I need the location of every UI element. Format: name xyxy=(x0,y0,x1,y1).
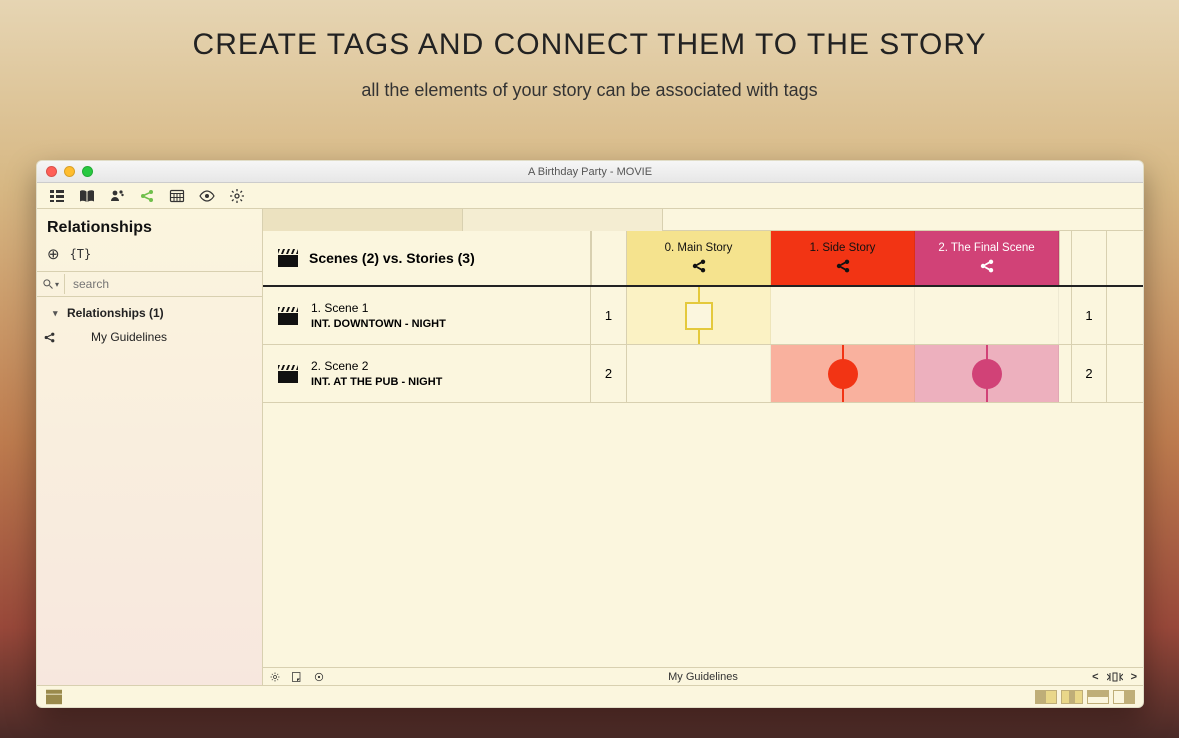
layout-switch xyxy=(1035,690,1135,704)
row-number: 1 xyxy=(591,287,627,344)
story-header[interactable]: 0. Main Story xyxy=(627,231,771,285)
story-label: 1. Side Story xyxy=(810,242,876,254)
prev-button[interactable]: < xyxy=(1092,671,1098,683)
calendar-icon[interactable] xyxy=(169,188,185,204)
scene-heading: INT. DOWNTOWN - NIGHT xyxy=(311,318,446,330)
people-icon[interactable] xyxy=(109,188,125,204)
template-token-button[interactable]: {T} xyxy=(70,247,92,261)
close-window-button[interactable] xyxy=(46,166,57,177)
sidebar: Relationships ⊕ {T} ▾ Relationships (1) xyxy=(37,209,263,685)
story-header[interactable]: 2. The Final Scene xyxy=(915,231,1059,285)
row-number: 2 xyxy=(591,345,627,402)
story-header[interactable]: 1. Side Story xyxy=(771,231,915,285)
target-icon[interactable] xyxy=(313,671,325,683)
grid-cell[interactable] xyxy=(771,345,915,402)
grid-cell[interactable] xyxy=(627,345,771,402)
scene-title: 2. Scene 2 xyxy=(311,359,442,373)
layout-left-button[interactable] xyxy=(1035,690,1057,704)
tree-item-label: My Guidelines xyxy=(91,330,167,344)
share-icon xyxy=(43,331,56,344)
tabstrip xyxy=(263,209,1143,231)
row-number-right: 2 xyxy=(1071,345,1107,402)
gear-icon[interactable] xyxy=(269,671,281,683)
search-scope-button[interactable]: ▾ xyxy=(37,274,65,294)
hero-subtitle: all the elements of your story can be as… xyxy=(0,80,1179,101)
tab[interactable] xyxy=(263,209,463,231)
scene-heading: INT. AT THE PUB - NIGHT xyxy=(311,376,442,388)
grid-cell[interactable] xyxy=(771,287,915,344)
layout-right-button[interactable] xyxy=(1113,690,1135,704)
book-icon[interactable] xyxy=(79,188,95,204)
titlebar: A Birthday Party - MOVIE xyxy=(37,161,1143,183)
scene-info[interactable]: 2. Scene 2 INT. AT THE PUB - NIGHT xyxy=(263,345,591,402)
grid-header-label: Scenes (2) vs. Stories (3) xyxy=(309,250,475,266)
eye-icon[interactable] xyxy=(199,188,215,204)
next-button[interactable]: > xyxy=(1131,671,1137,683)
clapper-icon xyxy=(277,306,299,326)
main-panel: Scenes (2) vs. Stories (3) 0. Main Story… xyxy=(263,209,1143,685)
toolbar xyxy=(37,183,1143,209)
grid-cell[interactable] xyxy=(627,287,771,344)
add-button[interactable]: ⊕ xyxy=(47,245,60,263)
share-icon[interactable] xyxy=(139,188,155,204)
tree-item-my-guidelines[interactable]: My Guidelines xyxy=(37,325,262,349)
clapper-icon xyxy=(45,689,63,705)
layout-top-button[interactable] xyxy=(1087,690,1109,704)
outline-icon[interactable] xyxy=(49,188,65,204)
window-title: A Birthday Party - MOVIE xyxy=(37,166,1143,178)
grid-header: Scenes (2) vs. Stories (3) 0. Main Story… xyxy=(263,231,1143,287)
relationship-grid: Scenes (2) vs. Stories (3) 0. Main Story… xyxy=(263,231,1143,685)
tree-group-relationships[interactable]: Relationships (1) xyxy=(37,301,262,325)
app-window: A Birthday Party - MOVIE Relationships ⊕ xyxy=(36,160,1144,708)
tree-group-label: Relationships (1) xyxy=(67,306,164,320)
gear-icon[interactable] xyxy=(229,188,245,204)
search-input[interactable] xyxy=(65,272,262,296)
grid-cell[interactable] xyxy=(915,345,1059,402)
window-controls xyxy=(37,166,93,177)
sidebar-title: Relationships xyxy=(37,209,262,243)
layout-center-button[interactable] xyxy=(1061,690,1083,704)
scene-title: 1. Scene 1 xyxy=(311,301,446,315)
story-label: 2. The Final Scene xyxy=(938,242,1034,254)
scene-row: 2. Scene 2 INT. AT THE PUB - NIGHT 2 2 xyxy=(263,345,1143,403)
grid-statusbar: My Guidelines < > xyxy=(263,667,1143,685)
story-label: 0. Main Story xyxy=(665,242,733,254)
tab[interactable] xyxy=(463,209,663,231)
scene-info[interactable]: 1. Scene 1 INT. DOWNTOWN - NIGHT xyxy=(263,287,591,344)
clapper-icon xyxy=(277,248,299,268)
grid-status-label: My Guidelines xyxy=(263,671,1143,683)
grid-cell[interactable] xyxy=(915,287,1059,344)
hero: CREATE TAGS AND CONNECT THEM TO THE STOR… xyxy=(0,0,1179,119)
scene-row: 1. Scene 1 INT. DOWNTOWN - NIGHT 1 1 xyxy=(263,287,1143,345)
zoom-window-button[interactable] xyxy=(82,166,93,177)
hero-title: CREATE TAGS AND CONNECT THEM TO THE STOR… xyxy=(0,28,1179,62)
sidebar-tree: Relationships (1) My Guidelines xyxy=(37,297,262,685)
window-statusbar xyxy=(37,685,1143,707)
clapper-icon xyxy=(277,364,299,384)
fit-columns-button[interactable] xyxy=(1107,671,1123,683)
note-icon[interactable] xyxy=(291,671,303,683)
minimize-window-button[interactable] xyxy=(64,166,75,177)
row-number-right: 1 xyxy=(1071,287,1107,344)
